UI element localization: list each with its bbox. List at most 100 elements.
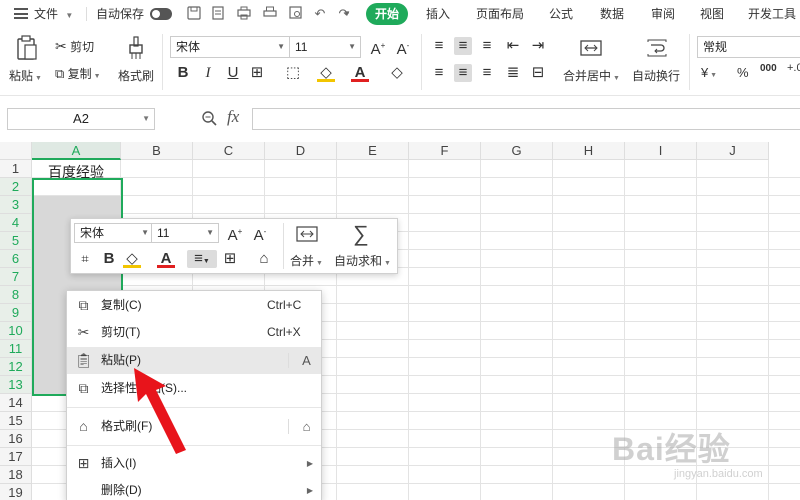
hamburger-menu-icon[interactable] — [14, 8, 28, 19]
context-menu-cut[interactable]: ✂ 剪切(T) Ctrl+X — [67, 319, 321, 346]
mini-align-center-icon[interactable]: ≡▼ — [187, 250, 217, 268]
mini-borders-icon[interactable]: ⊞ — [221, 250, 239, 268]
mini-find-replace-icon[interactable]: ⌗ — [76, 250, 94, 268]
row-header-1[interactable]: 1 — [0, 160, 32, 178]
currency-button[interactable]: ¥ ▼ — [701, 65, 717, 80]
percent-button[interactable]: % — [737, 65, 749, 80]
tab-developer[interactable]: 开发工具 — [748, 0, 796, 28]
row-header-4[interactable]: 4 — [0, 214, 32, 232]
context-menu-copy[interactable]: ⧉ 复制(C) Ctrl+C — [67, 292, 321, 319]
row-header-17[interactable]: 17 — [0, 448, 32, 466]
row-header-6[interactable]: 6 — [0, 250, 32, 268]
decrease-indent-icon[interactable]: ⇤ — [504, 37, 522, 55]
mini-increase-font-size-icon[interactable]: A+ — [226, 223, 244, 244]
clear-format-icon[interactable]: ◇ — [388, 64, 406, 82]
row-header-11[interactable]: 11 — [0, 340, 32, 358]
mini-bold-button[interactable]: B — [100, 250, 118, 268]
row-header-16[interactable]: 16 — [0, 430, 32, 448]
thousands-separator-button[interactable]: 000 — [760, 63, 777, 74]
row-header-12[interactable]: 12 — [0, 358, 32, 376]
zoom-search-icon[interactable] — [201, 110, 219, 128]
row-header-15[interactable]: 15 — [0, 412, 32, 430]
undo-icon[interactable]: ↶ — [312, 6, 328, 22]
column-header-g[interactable]: G — [481, 142, 553, 160]
font-name-select[interactable]: 宋体 ▼ — [170, 36, 290, 58]
row-header-13[interactable]: 13 — [0, 376, 32, 394]
bold-button[interactable]: B — [174, 64, 192, 82]
formula-input[interactable] — [252, 108, 800, 130]
tab-page-layout[interactable]: 页面布局 — [476, 0, 524, 28]
name-box[interactable]: A2 ▼ — [7, 108, 155, 130]
autosave-toggle[interactable] — [150, 8, 172, 20]
mini-font-color-icon[interactable]: A — [157, 250, 175, 268]
find-icon[interactable] — [288, 6, 304, 22]
column-header-b[interactable]: B — [121, 142, 193, 160]
export-pdf-icon[interactable] — [210, 6, 226, 22]
row-header-19[interactable]: 19 — [0, 484, 32, 500]
column-header-d[interactable]: D — [265, 142, 337, 160]
column-header-c[interactable]: C — [193, 142, 265, 160]
quick-access-more-icon[interactable]: ▼ — [339, 6, 355, 22]
wrap-text-icon[interactable] — [645, 38, 669, 58]
format-painter-icon[interactable] — [124, 34, 148, 62]
row-header-7[interactable]: 7 — [0, 268, 32, 286]
italic-button[interactable]: I — [199, 64, 217, 82]
merge-center-icon[interactable] — [579, 38, 603, 58]
mini-merge-icon[interactable] — [295, 225, 319, 243]
mini-font-size-select[interactable]: 11 ▼ — [151, 223, 219, 243]
column-header-h[interactable]: H — [553, 142, 625, 160]
tab-insert[interactable]: 插入 — [426, 0, 450, 28]
font-color-icon[interactable]: A — [351, 64, 369, 82]
borders-icon[interactable]: ⊞ — [248, 64, 266, 82]
row-header-3[interactable]: 3 — [0, 196, 32, 214]
context-menu-insert[interactable]: ⊞ 插入(I) ▶ — [67, 450, 321, 477]
align-bottom-icon[interactable]: ≡ — [478, 37, 496, 55]
tab-data[interactable]: 数据 — [600, 0, 624, 28]
fill-pattern-icon[interactable]: ⬚ — [284, 64, 302, 82]
format-painter-extra-icon[interactable]: ⌂ — [298, 418, 315, 435]
row-header-18[interactable]: 18 — [0, 466, 32, 484]
tab-home[interactable]: 开始 — [366, 3, 408, 25]
context-menu-format-painter[interactable]: ⌂ 格式刷(F) ⌂ — [67, 413, 321, 440]
row-header-14[interactable]: 14 — [0, 394, 32, 412]
wrap-text-label[interactable]: 自动换行 — [632, 67, 680, 84]
align-right-icon[interactable]: ≡ — [478, 64, 496, 82]
decrease-font-size-icon[interactable]: A- — [394, 37, 412, 58]
row-header-2[interactable]: 2 — [0, 178, 32, 196]
tab-view[interactable]: 视图 — [700, 0, 724, 28]
tab-review[interactable]: 审阅 — [651, 0, 675, 28]
mini-merge-button[interactable]: 合并 ▼ — [290, 252, 323, 269]
mini-decrease-font-size-icon[interactable]: A- — [251, 223, 269, 244]
underline-button[interactable]: U — [224, 64, 242, 82]
fill-color-icon[interactable]: ◇ — [317, 64, 335, 82]
merge-center-button[interactable]: 合并居中 ▼ — [563, 67, 620, 84]
format-painter-label[interactable]: 格式刷 — [118, 67, 154, 84]
print-preview-icon[interactable] — [236, 6, 252, 22]
cut-button[interactable]: ✂ 剪切 — [55, 38, 94, 55]
save-icon[interactable] — [186, 6, 202, 22]
row-header-8[interactable]: 8 — [0, 286, 32, 304]
print-icon[interactable] — [262, 6, 278, 22]
paste-button[interactable]: 粘贴 ▼ — [9, 67, 42, 84]
row-header-5[interactable]: 5 — [0, 232, 32, 250]
file-menu[interactable]: 文件 ▼ — [34, 0, 73, 28]
mini-fill-color-icon[interactable]: ◇ — [123, 250, 141, 268]
align-middle-icon[interactable]: ≡ — [454, 37, 472, 55]
font-size-select[interactable]: 11 ▼ — [289, 36, 361, 58]
increase-font-size-icon[interactable]: A+ — [369, 37, 387, 58]
increase-indent-icon[interactable]: ⇥ — [529, 37, 547, 55]
context-menu-paste-special[interactable]: ⧉ 选择性粘贴(S)... — [67, 375, 321, 402]
align-top-icon[interactable]: ≡ — [430, 37, 448, 55]
row-header-10[interactable]: 10 — [0, 322, 32, 340]
justify-icon[interactable]: ≣ — [504, 64, 522, 82]
column-header-i[interactable]: I — [625, 142, 697, 160]
increase-decimal-icon[interactable]: +.0 — [787, 62, 800, 74]
mini-format-painter-icon[interactable]: ⌂ — [255, 250, 273, 268]
column-header-a[interactable]: A — [32, 142, 121, 160]
distributed-icon[interactable]: ⊟ — [529, 64, 547, 82]
copy-button[interactable]: ⧉ 复制 ▼ — [55, 65, 101, 82]
number-format-select[interactable]: 常规 — [697, 36, 800, 58]
paste-icon[interactable] — [14, 34, 40, 62]
insert-function-button[interactable]: fx — [227, 107, 239, 127]
mini-font-name-select[interactable]: 宋体 ▼ — [74, 223, 154, 243]
